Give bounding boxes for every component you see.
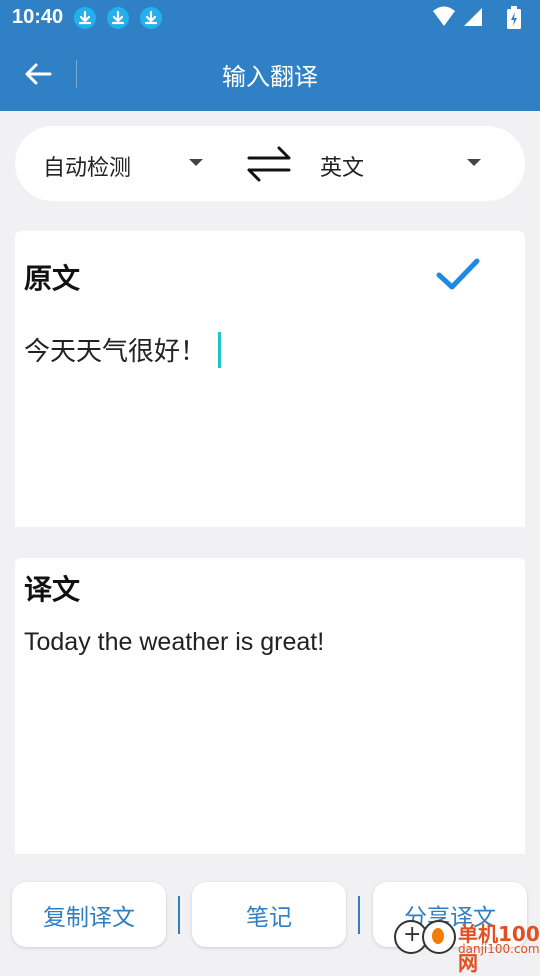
chevron-down-icon[interactable] [189,159,203,166]
battery-charging-icon [507,6,521,29]
source-language-select[interactable]: 自动检测 [43,150,131,182]
chevron-down-icon[interactable] [467,159,481,166]
button-separator [358,896,360,934]
copy-translation-button[interactable]: 复制译文 [12,882,166,947]
status-time: 10:40 [12,6,64,28]
source-text-card: 原文 今天天气很好！ [15,231,525,527]
button-separator [178,896,180,934]
page-title: 输入翻译 [222,63,318,91]
text-cursor [218,331,222,368]
source-text-value: 今天天气很好！ [24,337,207,367]
target-language-select[interactable]: 英文 [320,150,364,182]
source-text-input[interactable]: 今天天气很好！ [24,331,222,368]
signal-icon [464,8,482,26]
check-icon[interactable] [435,255,481,295]
translation-card-title: 译文 [24,573,81,606]
translation-card: 译文 Today the weather is great! [15,558,525,854]
translation-text: Today the weather is great! [24,628,325,656]
watermark-logo: + 单机100网 danji100.com [392,916,540,975]
plus-icon: + [403,922,422,947]
source-card-title: 原文 [24,262,81,295]
wifi-icon [433,6,455,26]
status-bar: 10:40 [0,0,540,36]
swap-arrows-icon[interactable] [245,144,293,184]
watermark-url: danji100.com [458,942,540,956]
download-icon [107,7,129,29]
watermark-dot [432,928,444,944]
notes-button[interactable]: 笔记 [192,882,346,947]
download-icon [74,7,96,29]
language-selector-bar: 自动检测 英文 [15,126,525,201]
download-icon [140,7,162,29]
